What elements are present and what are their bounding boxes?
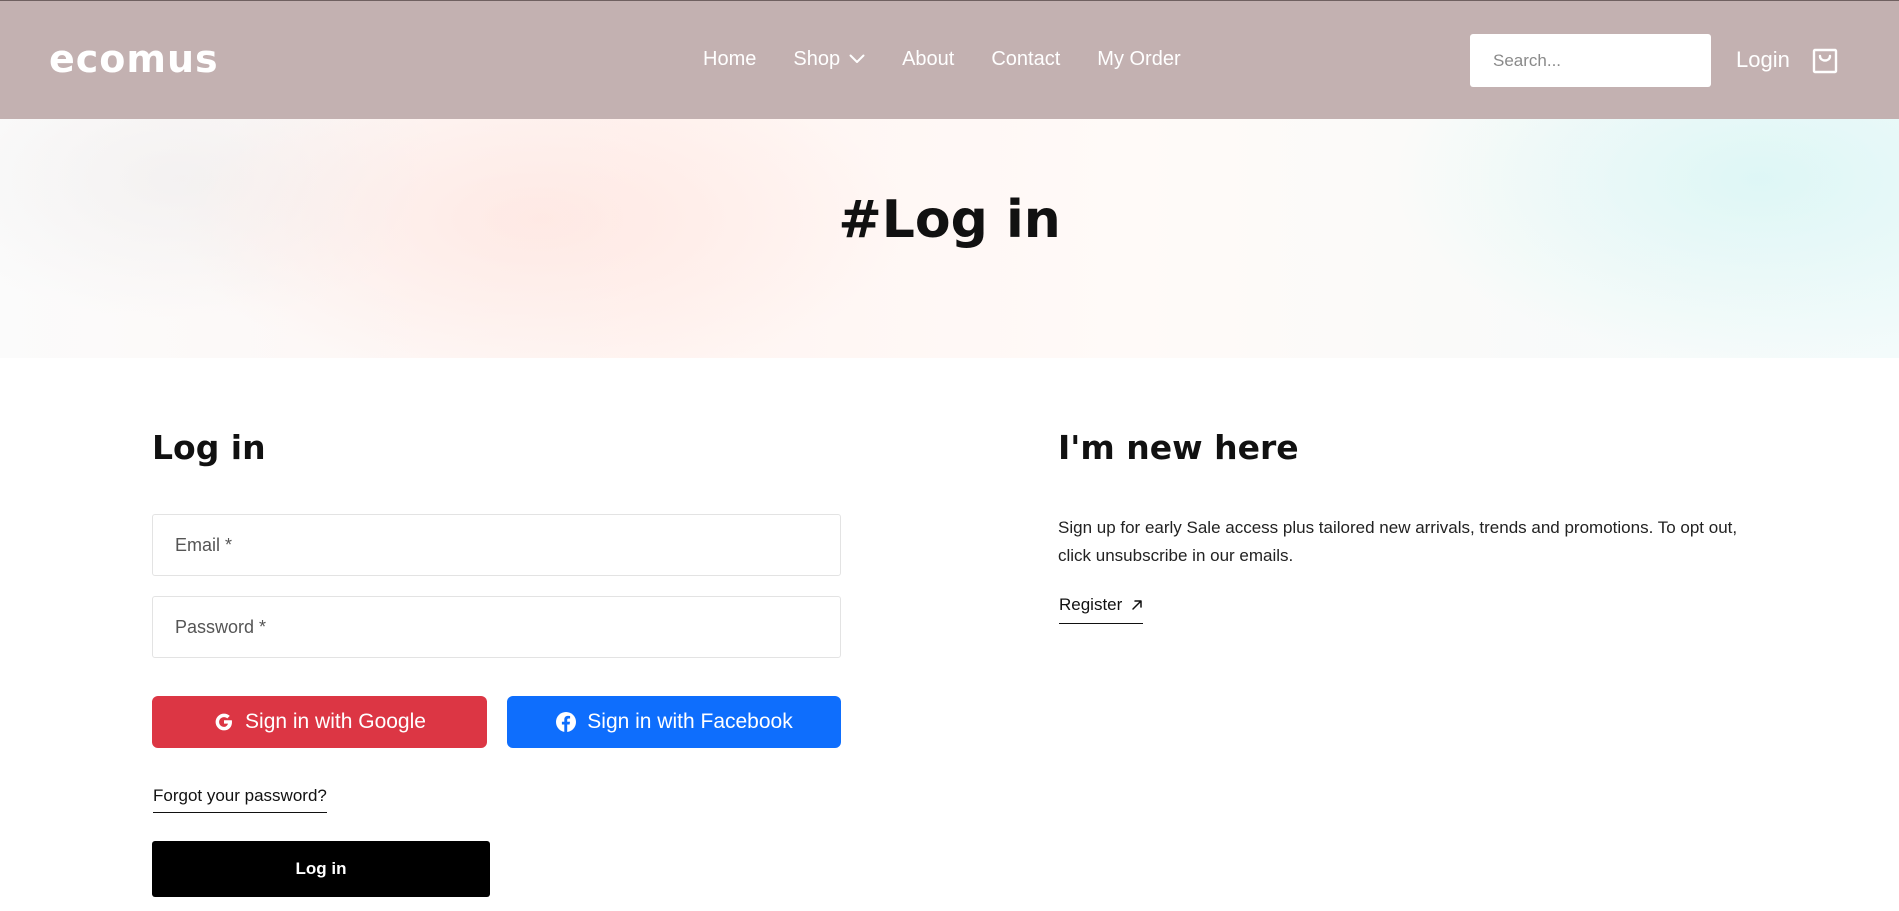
register-link[interactable]: Register	[1059, 593, 1144, 624]
shopping-bag-icon[interactable]	[1812, 47, 1838, 74]
register-description: Sign up for early Sale access plus tailo…	[1058, 518, 1738, 565]
chevron-down-icon	[849, 54, 865, 64]
nav-item-home[interactable]: Home	[703, 46, 756, 72]
register-link-label: Register	[1059, 595, 1123, 614]
google-signin-label: Sign in with Google	[245, 710, 426, 733]
google-icon	[213, 711, 235, 733]
login-submit-button[interactable]: Log in	[152, 841, 490, 897]
nav-item-about[interactable]: About	[902, 46, 954, 72]
nav-item-label: Contact	[991, 48, 1061, 70]
facebook-signin-button[interactable]: Sign in with Facebook	[507, 696, 841, 748]
register-heading: I'm new here	[1058, 428, 1299, 467]
facebook-signin-label: Sign in with Facebook	[587, 710, 793, 733]
nav-item-label: About	[902, 48, 955, 70]
page-title: #Log in	[838, 190, 1061, 250]
site-logo[interactable]: ecomus	[49, 37, 219, 81]
nav-item-shop[interactable]: Shop	[793, 46, 865, 72]
nav-item-label: Home	[703, 48, 757, 70]
forgot-password-link[interactable]: Forgot your password?	[153, 784, 327, 813]
search-input[interactable]	[1470, 34, 1711, 87]
nav-item-label: Shop	[793, 48, 841, 70]
nav-item-my-order[interactable]: My Order	[1097, 46, 1180, 72]
email-field[interactable]	[152, 514, 841, 576]
password-field[interactable]	[152, 596, 841, 658]
main-nav: Home Shop About Contact My Order	[703, 46, 1181, 72]
nav-item-contact[interactable]: Contact	[991, 46, 1060, 72]
google-signin-button[interactable]: Sign in with Google	[152, 696, 487, 748]
login-heading: Log in	[152, 428, 266, 467]
page-hero: #Log in	[0, 119, 1899, 358]
facebook-icon	[555, 711, 577, 733]
site-header: ecomus Home Shop About Contact My Order …	[0, 0, 1899, 119]
header-login-link[interactable]: Login	[1736, 46, 1790, 74]
nav-item-label: My Order	[1097, 48, 1181, 70]
arrow-up-right-icon	[1131, 599, 1143, 611]
